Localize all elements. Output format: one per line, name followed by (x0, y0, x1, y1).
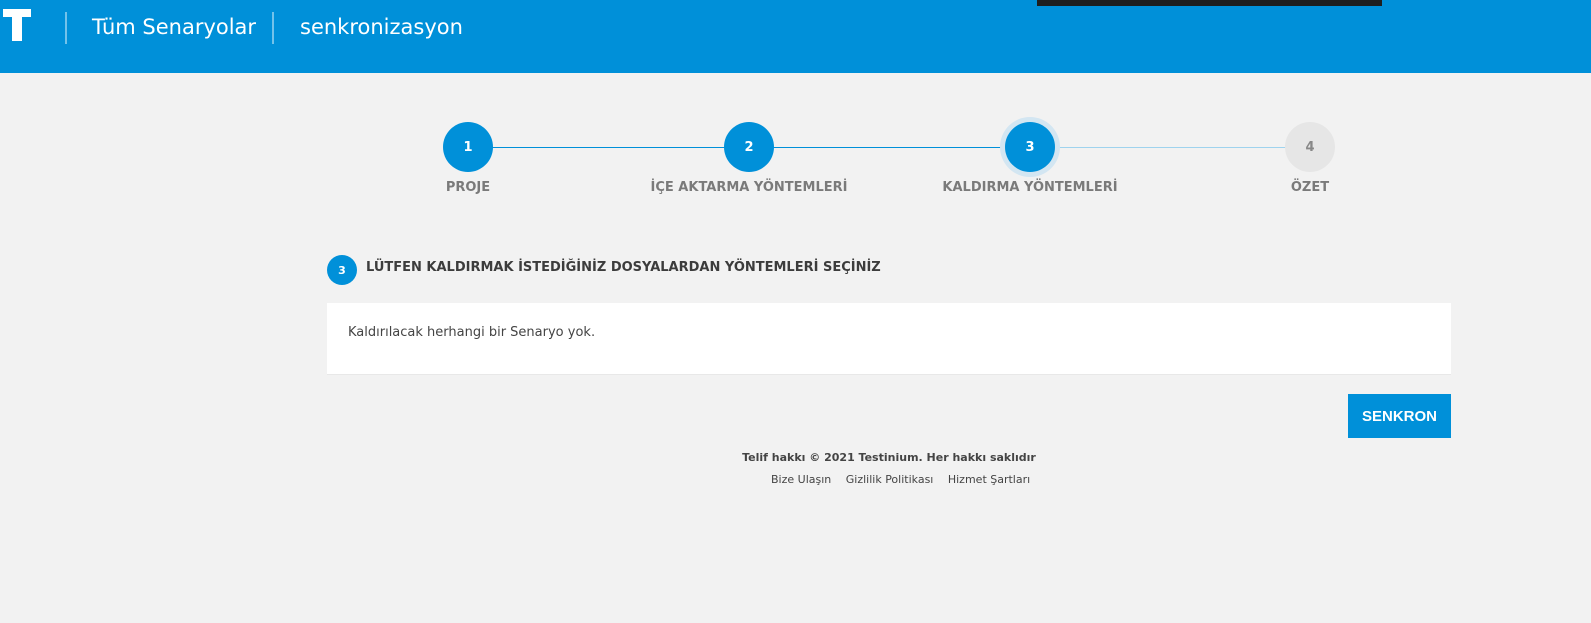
step-1-label: PROJE (445, 180, 491, 195)
step-2-label: İÇE AKTARMA YÖNTEMLERİ (650, 180, 848, 195)
header-divider (272, 12, 274, 44)
section-step-badge: 3 (327, 255, 357, 285)
footer-links: Bize Ulaşın Gizlilik Politikası Hizmet Ş… (771, 473, 1041, 486)
step-1-circle[interactable]: 1 (443, 122, 493, 172)
step-4-label: ÖZET (1290, 180, 1330, 195)
header-divider (65, 12, 67, 44)
section-title: LÜTFEN KALDIRMAK İSTEDİĞİNİZ DOSYALARDAN… (366, 260, 881, 275)
sync-button[interactable]: SENKRON (1348, 394, 1451, 438)
step-3-circle[interactable]: 3 (1005, 122, 1055, 172)
contact-link[interactable]: Bize Ulaşın (771, 473, 831, 486)
breadcrumb-all-scenarios[interactable]: Tüm Senaryolar (92, 15, 256, 39)
breadcrumb-current: senkronizasyon (300, 15, 463, 39)
privacy-policy-link[interactable]: Gizlilik Politikası (846, 473, 934, 486)
step-connector (492, 147, 726, 148)
removal-list-panel: Kaldırılacak herhangi bir Senaryo yok. (327, 303, 1451, 375)
step-connector (1054, 147, 1288, 148)
empty-message: Kaldırılacak herhangi bir Senaryo yok. (348, 325, 596, 340)
step-4-circle: 4 (1285, 122, 1335, 172)
overlay-bar (1037, 0, 1382, 6)
step-2-circle[interactable]: 2 (724, 122, 774, 172)
step-3-label: KALDIRMA YÖNTEMLERİ (942, 180, 1118, 195)
terms-of-service-link[interactable]: Hizmet Şartları (948, 473, 1030, 486)
testinium-logo[interactable] (3, 7, 33, 43)
step-connector (773, 147, 1007, 148)
top-header: Tüm Senaryolar senkronizasyon (0, 0, 1591, 73)
footer-copyright: Telif hakkı © 2021 Testinium. Her hakkı … (742, 451, 1036, 464)
